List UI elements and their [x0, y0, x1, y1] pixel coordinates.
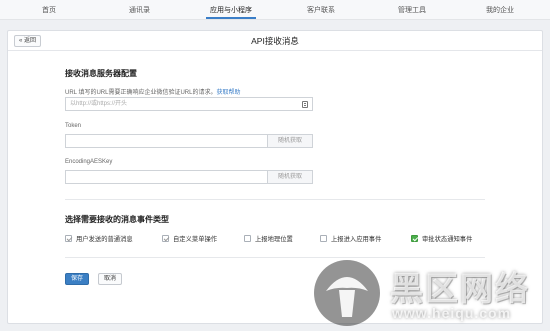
event-option-normal-message[interactable]: 用户发送的普通消息 — [65, 234, 133, 243]
event-option-enter-app[interactable]: 上报进入应用事件 — [320, 234, 381, 243]
url-label: URL 填写的URL需要正确响应企业微信验证URL的请求。获取帮助 — [65, 87, 240, 96]
section-divider — [65, 199, 485, 200]
server-config-title: 接收消息服务器配置 — [65, 69, 137, 78]
save-button[interactable]: 保存 — [65, 273, 89, 285]
token-label: Token — [65, 123, 82, 129]
event-option-location[interactable]: 上报地理位置 — [244, 234, 293, 243]
help-link[interactable]: 获取帮助 — [216, 90, 240, 96]
top-nav: 首页 通讯录 应用与小程序 客户联系 管理工具 我的企业 — [0, 0, 550, 20]
aes-key-random-button[interactable]: 随机获取 — [268, 170, 313, 184]
nav-active-indicator — [206, 17, 256, 19]
url-label-text: URL 填写的URL需要正确响应企业微信验证URL的请求。 — [65, 90, 217, 96]
page-title: API接收消息 — [251, 36, 299, 46]
watermark-url: www.heiqu.com — [392, 305, 512, 321]
nav-tab-tools[interactable]: 管理工具 — [398, 5, 426, 15]
nav-tab-home[interactable]: 首页 — [42, 5, 56, 15]
aes-key-label: EncodingAESKey — [65, 159, 113, 165]
event-label-custom-menu: 自定义菜单操作 — [173, 236, 218, 243]
nav-tab-apps[interactable]: 应用与小程序 — [210, 5, 252, 15]
checkbox-location[interactable] — [244, 235, 251, 242]
token-input[interactable] — [65, 134, 268, 148]
token-random-button[interactable]: 随机获取 — [268, 134, 313, 148]
events-title: 选择需要接收的消息事件类型 — [65, 215, 169, 224]
checkbox-approval[interactable] — [411, 235, 418, 242]
aes-key-input[interactable] — [65, 170, 268, 184]
checkbox-normal-message[interactable] — [65, 235, 72, 242]
event-option-approval[interactable]: 审批状态通知事件 — [411, 234, 472, 243]
event-label-normal-message: 用户发送的普通消息 — [76, 236, 133, 243]
event-label-enter-app: 上报进入应用事件 — [331, 236, 382, 243]
watermark-mushroom-logo — [314, 260, 380, 326]
nav-tab-contacts[interactable]: 通讯录 — [129, 5, 150, 15]
url-input[interactable]: 以http://或https://开头 — [65, 97, 313, 111]
event-label-location: 上报地理位置 — [255, 236, 293, 243]
nav-tab-enterprise[interactable]: 我的企业 — [486, 5, 514, 15]
nav-tab-customers[interactable]: 客户联系 — [307, 5, 335, 15]
checkbox-custom-menu[interactable] — [162, 235, 169, 242]
section-divider-2 — [65, 257, 485, 258]
event-option-custom-menu[interactable]: 自定义菜单操作 — [162, 234, 217, 243]
url-placeholder: 以http://或https://开头 — [70, 101, 128, 107]
checkbox-enter-app[interactable] — [320, 235, 327, 242]
watermark-text: 黑区网络 — [390, 270, 530, 307]
event-label-approval: 审批状态通知事件 — [422, 236, 473, 243]
panel-header: « 返回 API接收消息 — [8, 31, 542, 51]
document-icon[interactable] — [302, 101, 308, 108]
cancel-button[interactable]: 取消 — [98, 273, 122, 285]
